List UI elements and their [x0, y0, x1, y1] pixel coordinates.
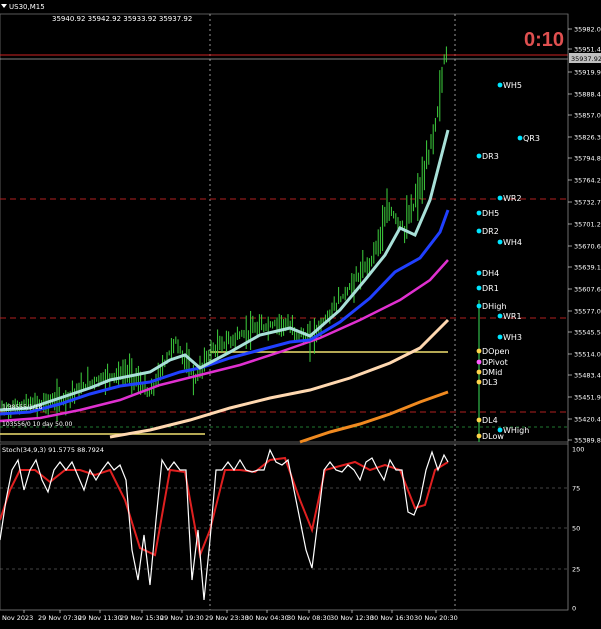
level-dot	[476, 433, 482, 439]
price-tick-label: 35919.95	[574, 69, 601, 77]
stoch-tick-label: 50	[572, 525, 580, 533]
level-label: DR2	[482, 227, 499, 236]
stoch-tick-label: 25	[572, 566, 580, 574]
level-dot	[476, 228, 482, 234]
level-label: WR1	[503, 312, 522, 321]
price-tick-label: 35670.60	[574, 243, 601, 251]
time-tick-label: 30 Nov 08:30	[287, 614, 331, 622]
level-dot	[517, 135, 523, 141]
price-tick-label: 35607.60	[574, 286, 601, 294]
stoch-tick-label: 75	[572, 485, 580, 493]
price-tick-label: 35514.00	[574, 351, 601, 359]
indicator-label-2: 103556/0 10 day 50.00	[2, 421, 72, 428]
level-dot	[476, 379, 482, 385]
stoch-tick-label: 100	[572, 446, 584, 454]
price-tick-label: 35888.40	[574, 91, 601, 99]
time-tick-label: 29 Nov 15:30	[120, 614, 164, 622]
level-label: WH3	[503, 333, 522, 342]
price-tick-label: 35701.20	[574, 221, 601, 229]
level-label: DL3	[482, 378, 498, 387]
price-tick-label: 35982.00	[574, 26, 601, 34]
level-dot	[476, 270, 482, 276]
level-label: WH5	[503, 81, 522, 90]
level-label: DMid	[482, 368, 502, 377]
level-label: WH4	[503, 238, 522, 247]
trading-chart[interactable]: US30,M15 35940.92 35942.92 35933.92 3593…	[0, 0, 601, 625]
time-tick-label: 30 Nov 12:30	[330, 614, 374, 622]
stoch-tick-label: 0	[572, 605, 576, 613]
level-label: DPivot	[482, 358, 508, 367]
level-dot	[476, 369, 482, 375]
price-tick-label: 35764.20	[574, 177, 601, 185]
level-dot	[476, 153, 482, 159]
level-label: DH5	[482, 209, 499, 218]
bar-timer: 0:10	[524, 29, 564, 51]
level-dot	[476, 348, 482, 354]
level-dot	[476, 285, 482, 291]
level-label: DLow	[482, 432, 504, 441]
price-tick-label: 35857.00	[574, 112, 601, 120]
price-tick-label: 35483.40	[574, 372, 601, 380]
price-tick-label: 35732.70	[574, 199, 601, 207]
time-tick-label: 30 Nov 20:30	[414, 614, 458, 622]
price-tick-label: 35577.00	[574, 308, 601, 316]
symbol-title: US30,M15	[9, 3, 45, 11]
time-tick-label: 29 Nov 23:30	[205, 614, 249, 622]
time-tick-label: 29 Nov 07:30	[38, 614, 82, 622]
level-dot	[497, 195, 503, 201]
level-label: DHigh	[482, 302, 507, 311]
level-dot	[497, 334, 503, 340]
level-label: DOpen	[482, 347, 510, 356]
current-price: 35937.92	[571, 55, 601, 63]
time-tick-label: 30 Nov 16:30	[370, 614, 414, 622]
level-label: DL4	[482, 416, 498, 425]
price-tick-label: 35639.10	[574, 264, 601, 272]
level-label: WHigh	[503, 426, 529, 435]
time-tick-label: 29 Nov 11:30	[78, 614, 122, 622]
level-dot	[497, 313, 503, 319]
level-dot	[476, 210, 482, 216]
level-dot	[497, 239, 503, 245]
level-label: DR3	[482, 152, 499, 161]
time-tick-label: Nov 2023	[2, 614, 33, 622]
level-dot	[476, 359, 482, 365]
price-tick-label: 35794.80	[574, 155, 601, 163]
price-tick-label: 35451.90	[574, 394, 601, 402]
level-dot	[497, 82, 503, 88]
indicator-label-1: 1/38555/1/18	[2, 404, 43, 411]
price-tick-label: 35389.80	[574, 437, 601, 445]
level-label: WR2	[503, 194, 522, 203]
level-label: DH4	[482, 269, 499, 278]
level-dot	[476, 417, 482, 423]
price-tick-label: 35826.30	[574, 134, 601, 142]
time-tick-label: 29 Nov 19:30	[160, 614, 204, 622]
time-tick-label: 30 Nov 04:30	[245, 614, 289, 622]
level-dot	[476, 303, 482, 309]
ohlc-readout: 35940.92 35942.92 35933.92 35937.92	[52, 15, 192, 23]
level-label: QR3	[523, 134, 540, 143]
price-tick-label: 35420.40	[574, 416, 601, 424]
price-tick-label: 35951.40	[574, 46, 601, 54]
price-tick-label: 35545.50	[574, 329, 601, 337]
stoch-title: Stoch(34,9,3) 91.5775 88.7924	[2, 446, 104, 454]
level-label: DR1	[482, 284, 499, 293]
